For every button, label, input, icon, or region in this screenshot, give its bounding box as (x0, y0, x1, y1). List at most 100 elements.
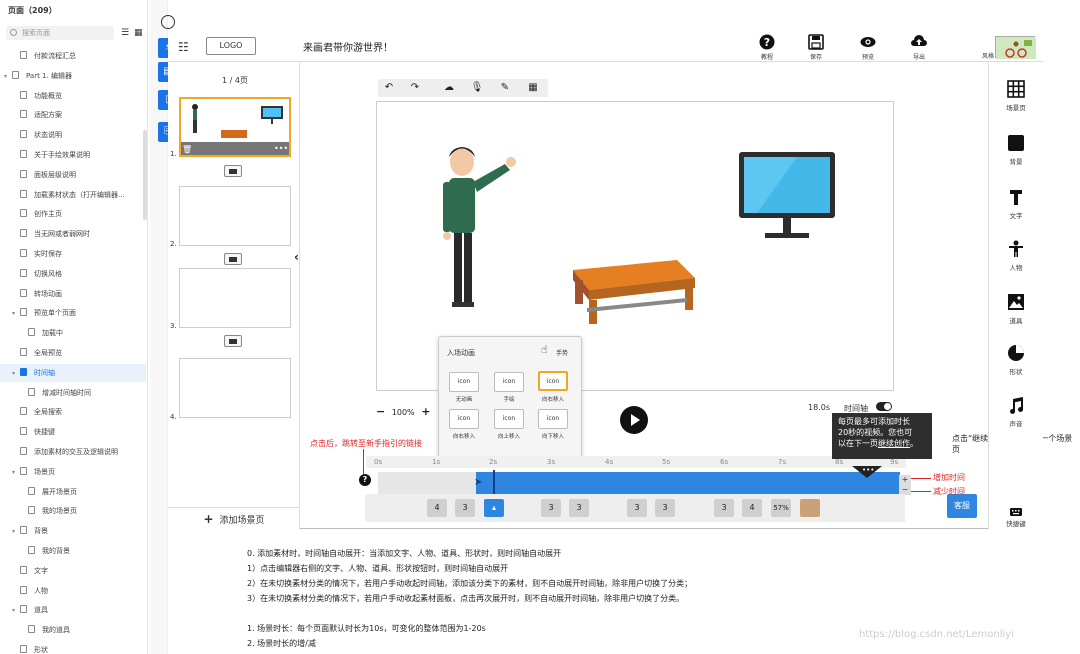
page-more-icon[interactable]: ••• (274, 144, 288, 153)
layer-chip[interactable]: 3 (455, 499, 475, 517)
tree-item[interactable]: 切换风格 (0, 265, 146, 283)
shortcut-button[interactable]: 快捷键 (992, 508, 1040, 528)
hand-icon[interactable]: ☝ (541, 343, 548, 356)
chevron-down-icon[interactable]: ▾ (12, 305, 20, 322)
tree-item[interactable]: 创作主页 (0, 205, 146, 223)
zoom-out-button[interactable]: − (376, 405, 385, 418)
sidebar-scrollbar[interactable] (143, 130, 147, 220)
undo-icon[interactable]: ↶ (382, 81, 396, 95)
page-thumb-2[interactable] (179, 186, 291, 246)
tree-item[interactable]: 付款流程汇总 (0, 47, 146, 65)
shape-button[interactable]: 形状 (992, 344, 1040, 376)
tree-item[interactable]: 转场动画 (0, 285, 146, 303)
export-button[interactable]: 导出 (899, 34, 939, 61)
tree-item[interactable]: 全局预览 (0, 344, 146, 362)
grid-icon[interactable]: ▦ (526, 81, 540, 95)
timeline-clip[interactable] (476, 472, 900, 494)
guide-help-icon[interactable]: ? (359, 474, 371, 486)
project-title[interactable]: 来画君带你游世界！ (303, 39, 393, 54)
anim-option[interactable]: icon (538, 371, 568, 391)
background-button[interactable]: 背景 (992, 134, 1040, 166)
add-scene-button[interactable]: + 添加场景页 (168, 507, 300, 529)
tree-item[interactable]: 展开场景页 (0, 483, 146, 501)
anim-option[interactable]: icon (494, 409, 524, 429)
play-button[interactable] (620, 406, 648, 434)
tree-item[interactable]: ▾ 道具 (0, 601, 146, 619)
list-view-icon[interactable]: ☰ (121, 28, 129, 38)
layer-chip[interactable]: 3 (541, 499, 561, 517)
anim-option[interactable]: icon (538, 409, 568, 429)
chevron-down-icon[interactable]: ▾ (12, 602, 20, 619)
character-man[interactable] (443, 147, 516, 307)
drag-arrow-icon[interactable]: ➤ (474, 477, 482, 488)
brush-icon[interactable]: ✎ (498, 81, 512, 95)
insert-page-button[interactable] (224, 165, 242, 177)
chevron-down-icon[interactable]: ▾ (12, 365, 20, 382)
tree-item[interactable]: ▾ 场景页 (0, 463, 146, 481)
redo-icon[interactable]: ↷ (408, 81, 422, 95)
layer-chip-active[interactable]: ▴ (484, 499, 504, 517)
tree-item[interactable]: 形状 (0, 641, 146, 654)
tree-item[interactable]: 面板层级说明 (0, 166, 146, 184)
tree-item[interactable]: 状态说明 (0, 126, 146, 144)
props-button[interactable]: 道具 (992, 293, 1040, 325)
tree-item[interactable]: 功能概览 (0, 87, 146, 105)
tree-item[interactable]: 增减时间轴时间 (0, 384, 146, 402)
increase-time-button[interactable]: + (899, 475, 911, 485)
insert-page-button[interactable] (224, 335, 242, 347)
tree-item[interactable]: 当无网或者弱网时 (0, 225, 146, 243)
continue-create-link[interactable]: 继续创作 (878, 439, 910, 448)
anim-option[interactable]: icon (494, 372, 524, 392)
tutorial-button[interactable]: ? 教程 (747, 34, 787, 61)
style-avatar[interactable] (995, 36, 1036, 59)
tree-item[interactable]: 全局搜索 (0, 403, 146, 421)
tree-item[interactable]: ▾ 背景 (0, 522, 146, 540)
menu-icon[interactable]: ☷ (178, 40, 189, 54)
microphone-icon[interactable]: 🎙 (470, 81, 484, 95)
layer-chip[interactable]: 3 (714, 499, 734, 517)
layer-chip[interactable]: 3 (569, 499, 589, 517)
search-input[interactable]: 搜索页面 (6, 26, 114, 40)
tv-prop[interactable] (739, 152, 835, 238)
delete-page-icon[interactable]: 🗑 (182, 145, 192, 154)
tree-item[interactable]: ▾ Part 1. 编辑器 (0, 67, 146, 85)
chevron-down-icon[interactable]: ▾ (12, 523, 20, 540)
tree-item[interactable]: ▾ 预览单个页面 (0, 304, 146, 322)
chevron-down-icon[interactable]: ▾ (12, 464, 20, 481)
preview-button[interactable]: 预览 (848, 34, 888, 61)
chevron-down-icon[interactable]: ▾ (4, 68, 12, 85)
tree-item[interactable]: 关于手绘效果说明 (0, 146, 146, 164)
tree-item[interactable]: 添加素材的交互及逻辑说明 (0, 443, 146, 461)
page-thumb-4[interactable] (179, 358, 291, 418)
anim-option[interactable]: icon (449, 372, 479, 392)
tree-item[interactable]: 实时保存 (0, 245, 146, 263)
zoom-in-button[interactable]: + (421, 405, 430, 418)
layer-chip[interactable]: 3 (627, 499, 647, 517)
layer-chip[interactable]: 4 (427, 499, 447, 517)
tree-item[interactable]: 适配方案 (0, 106, 146, 124)
tree-item[interactable]: 我的场景页 (0, 502, 146, 520)
customer-service-button[interactable]: 客服 (947, 494, 977, 518)
playhead[interactable] (493, 470, 495, 496)
grid-view-icon[interactable]: ▦ (134, 28, 143, 38)
text-button[interactable]: 文字 (992, 188, 1040, 220)
tree-item[interactable]: ▾ 时间轴 (0, 363, 146, 382)
tree-item[interactable]: 我的道具 (0, 621, 146, 639)
layer-chip[interactable]: 3 (655, 499, 675, 517)
tree-item[interactable]: 文字 (0, 562, 146, 580)
tree-item[interactable]: 人物 (0, 582, 146, 600)
tree-item[interactable]: 加载素材状态（打开编辑器... (0, 186, 146, 204)
tree-item[interactable]: 快捷键 (0, 423, 146, 441)
tree-item[interactable]: 我的背景 (0, 542, 146, 560)
table-prop[interactable] (573, 260, 695, 324)
target-icon[interactable] (161, 15, 175, 29)
cloud-upload-icon[interactable]: ☁ (442, 81, 456, 95)
timeline-toggle[interactable] (876, 402, 892, 411)
save-button[interactable]: 保存 (796, 34, 836, 61)
page-thumb-3[interactable] (179, 268, 291, 328)
anim-option[interactable]: icon (449, 409, 479, 429)
layer-chip[interactable]: 4 (742, 499, 762, 517)
layer-thumb[interactable] (800, 499, 820, 517)
scene-page-button[interactable]: 场景页 (992, 80, 1040, 112)
layer-chip[interactable]: 57% (771, 499, 791, 517)
